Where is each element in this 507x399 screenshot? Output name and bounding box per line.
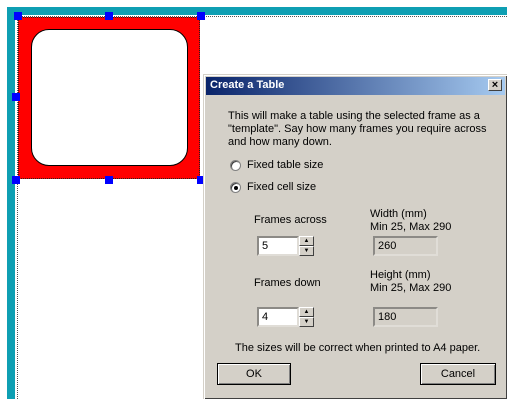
- resize-handle-middle-left[interactable]: [12, 93, 20, 101]
- fixed-cell-size-label[interactable]: Fixed cell size: [247, 181, 316, 193]
- resize-handle-top-right[interactable]: [197, 12, 205, 20]
- frames-across-down-button[interactable]: ▼: [299, 246, 314, 256]
- frames-across-stepper: ▲ ▼: [299, 236, 314, 256]
- height-label: Height (mm): [370, 269, 431, 281]
- resize-handle-top-middle[interactable]: [105, 12, 113, 20]
- frames-across-input[interactable]: 5: [257, 236, 299, 256]
- dialog-description: This will make a table using the selecte…: [228, 110, 487, 148]
- fixed-cell-size-radio[interactable]: [230, 182, 241, 193]
- cancel-button[interactable]: Cancel: [420, 363, 496, 385]
- close-icon[interactable]: ×: [488, 79, 502, 91]
- frames-down-up-button[interactable]: ▲: [299, 307, 314, 317]
- fixed-table-size-label[interactable]: Fixed table size: [247, 159, 323, 171]
- resize-handle-bottom-left[interactable]: [12, 176, 20, 184]
- dialog-titlebar[interactable]: Create a Table ×: [206, 77, 505, 95]
- frames-down-stepper: ▲ ▼: [299, 307, 314, 327]
- frames-down-down-button[interactable]: ▼: [299, 317, 314, 327]
- frames-down-input[interactable]: 4: [257, 307, 299, 327]
- ruler-top: [7, 7, 507, 15]
- ruler-left: [7, 7, 15, 399]
- width-label: Width (mm): [370, 208, 427, 220]
- height-field: 180: [373, 307, 438, 327]
- resize-handle-bottom-middle[interactable]: [105, 176, 113, 184]
- width-field: 260: [373, 236, 438, 256]
- create-table-dialog: Create a Table × This will make a table …: [203, 74, 507, 399]
- ok-button[interactable]: OK: [217, 363, 291, 385]
- frames-down-label: Frames down: [254, 277, 321, 289]
- frames-across-label: Frames across: [254, 214, 327, 226]
- frame-rounded-box: [31, 29, 188, 166]
- fixed-table-size-radio[interactable]: [230, 160, 241, 171]
- frames-across-up-button[interactable]: ▲: [299, 236, 314, 246]
- width-range: Min 25, Max 290: [370, 221, 452, 233]
- dialog-title: Create a Table: [210, 79, 285, 91]
- radio-selected-dot: [234, 186, 238, 190]
- selected-frame[interactable]: [18, 17, 200, 179]
- resize-handle-top-left[interactable]: [14, 12, 22, 20]
- sizes-note: The sizes will be correct when printed t…: [235, 342, 481, 354]
- height-range: Min 25, Max 290: [370, 282, 452, 294]
